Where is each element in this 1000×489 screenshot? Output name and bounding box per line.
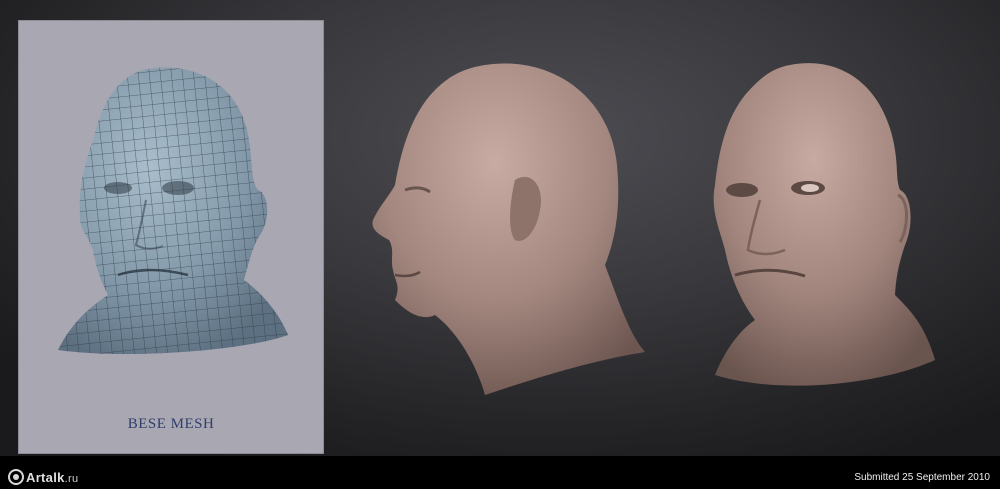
clay-head-profile-render [372, 63, 645, 396]
artalk-logo-icon [8, 469, 24, 485]
base-mesh-panel: BESE MESH [18, 20, 324, 454]
profile-head-shape [372, 63, 645, 396]
logo-text: Artalk.ru [26, 469, 79, 485]
footer-bar: Artalk.ru Submitted 25 September 2010 [0, 456, 1000, 489]
clay-head-three-quarter-render [713, 63, 935, 386]
wireframe-head-render [58, 67, 288, 355]
three-quarter-head-shape [713, 63, 935, 386]
render-stage: BESE MESH [0, 0, 1000, 456]
mesh-caption: BESE MESH [127, 416, 215, 432]
artalk-logo[interactable]: Artalk.ru [8, 468, 78, 486]
submitted-date: Submitted 25 September 2010 [854, 472, 990, 483]
